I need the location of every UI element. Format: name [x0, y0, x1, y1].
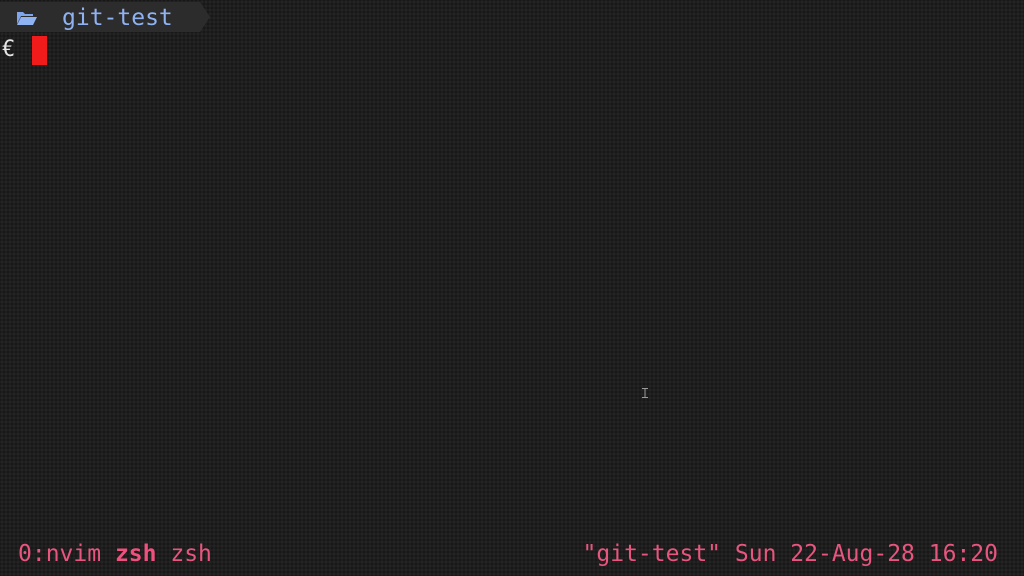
- prompt-segment-arrow: [200, 2, 210, 32]
- window-tab-0[interactable]: 0:nvim: [18, 541, 101, 567]
- tmux-status-bar: 0:nvim zsh zsh "git-test" Sun 22-Aug-28 …: [0, 538, 1024, 570]
- prompt-symbol: €: [2, 37, 16, 62]
- folder-open-icon: [16, 10, 38, 26]
- prompt-path-label: git-test: [62, 5, 173, 31]
- window-tab-2[interactable]: zsh: [170, 541, 212, 567]
- status-right: "git-test" Sun 22-Aug-28 16:20: [583, 538, 998, 570]
- status-datetime: Sun 22-Aug-28 16:20: [734, 541, 998, 567]
- session-title: "git-test": [582, 541, 722, 567]
- mouse-ibeam-cursor-icon: [642, 383, 648, 398]
- window-tab-active[interactable]: zsh: [115, 541, 157, 567]
- status-window-list: 0:nvim zsh zsh: [18, 538, 212, 570]
- text-cursor: [32, 36, 47, 65]
- prompt-path-segment: git-test: [0, 2, 210, 32]
- terminal-window[interactable]: git-test € 0:nvim zsh zsh "git-test" Sun…: [0, 0, 1024, 576]
